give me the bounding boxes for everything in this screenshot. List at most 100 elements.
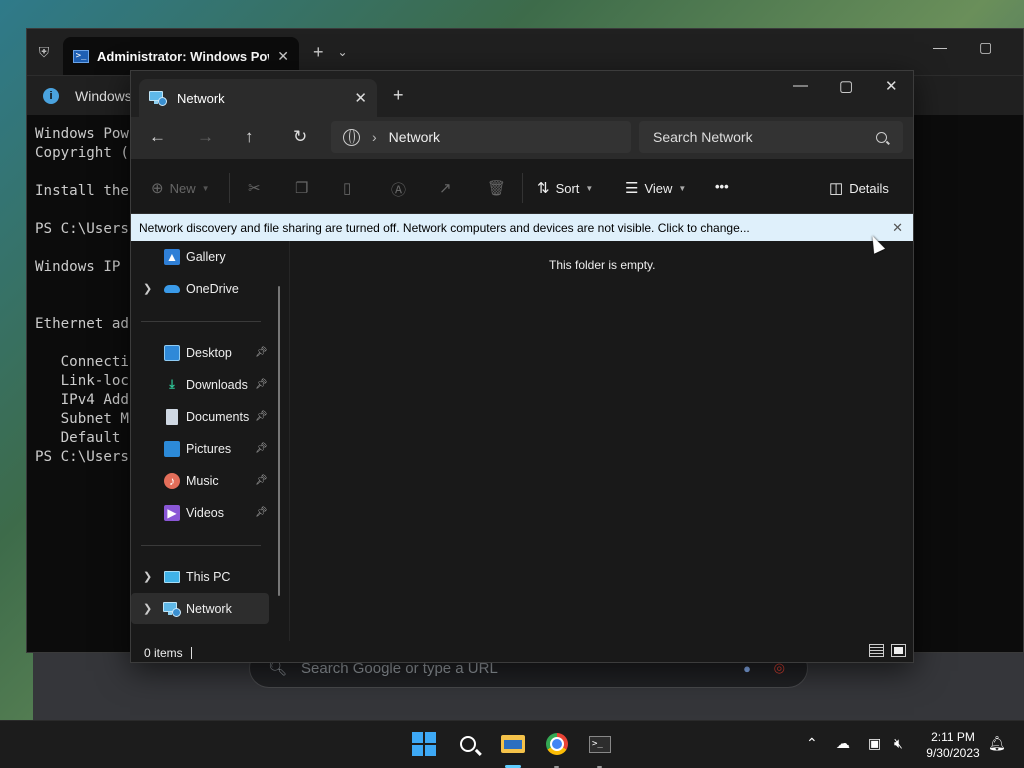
details-button[interactable]: ◫ Details	[829, 179, 889, 197]
paste-button[interactable]: ▯	[343, 179, 351, 197]
maximize-button[interactable]: ▢	[839, 77, 853, 95]
terminal-line: Copyright (	[35, 145, 129, 161]
explorer-tab-title: Network	[177, 90, 225, 106]
back-arrow-icon[interactable]: ←	[149, 127, 166, 147]
downloads-icon: ⤓	[169, 377, 175, 391]
view-button[interactable]: ☰ View ▼	[625, 179, 686, 197]
breadcrumb-network[interactable]: Network	[389, 129, 440, 145]
onedrive-icon	[164, 281, 180, 297]
network-status-icon[interactable]: ▣	[868, 735, 881, 752]
notification-bell-icon[interactable]: 🔔︎	[988, 735, 1006, 752]
this-pc-icon	[164, 570, 180, 583]
pin-icon: 📌︎	[255, 507, 268, 518]
terminal-titlebar: ⛨ >_ Administrator: Windows Pow ✕ + ⌄ — …	[27, 29, 1023, 75]
trash-icon: 🗑︎	[487, 180, 507, 197]
more-options-button[interactable]: •••	[715, 179, 729, 194]
new-button[interactable]: ⊕ New ▼	[151, 179, 210, 197]
sidebar-divider	[141, 545, 261, 546]
maximize-button[interactable]: ▢	[979, 39, 992, 56]
close-tab-icon[interactable]: ✕	[354, 89, 367, 107]
network-discovery-banner[interactable]: Network discovery and file sharing are t…	[131, 214, 913, 241]
breadcrumb-chevron-icon[interactable]: ›	[372, 129, 377, 145]
taskbar-file-explorer[interactable]	[500, 731, 526, 757]
sidebar-item-music[interactable]: ♪ Music 📌︎	[131, 465, 269, 496]
up-arrow-icon[interactable]: ↑	[245, 127, 254, 147]
sidebar-item-network[interactable]: ❯ Network	[131, 593, 269, 624]
new-tab-button[interactable]: +	[313, 42, 324, 63]
sidebar-item-pictures[interactable]: Pictures 📌︎	[131, 433, 269, 464]
terminal-line: Connecti	[35, 354, 129, 370]
chevron-down-icon: ▼	[201, 183, 210, 193]
pane-divider[interactable]	[289, 241, 290, 641]
pin-icon: 📌︎	[255, 347, 268, 358]
powershell-icon: >_	[73, 49, 89, 63]
delete-button[interactable]: 🗑︎	[487, 179, 506, 197]
chevron-down-icon: ▼	[585, 183, 594, 193]
documents-icon	[166, 408, 178, 425]
taskbar-terminal[interactable]: >_	[587, 731, 613, 757]
sidebar-item-this-pc[interactable]: ❯ This PC	[131, 561, 269, 592]
terminal-output[interactable]: Windows Pow Copyright ( Install the PS C:…	[35, 125, 129, 467]
expand-chevron-icon[interactable]: ❯	[143, 602, 152, 615]
sidebar-item-documents[interactable]: Documents 📌︎	[131, 401, 269, 432]
music-icon: ♪	[164, 472, 180, 489]
status-bar: 0 items	[131, 644, 913, 662]
sidebar-item-label: Network	[186, 601, 232, 616]
terminal-line: Link-loc	[35, 373, 129, 389]
status-divider	[191, 647, 192, 659]
clock-date: 9/30/2023	[926, 746, 980, 760]
videos-icon: ▶	[164, 504, 180, 521]
refresh-icon[interactable]: ↻	[293, 127, 307, 147]
tiles-view-icon[interactable]	[891, 644, 906, 657]
details-view-icon[interactable]	[869, 644, 884, 657]
sidebar-divider	[141, 321, 261, 322]
sidebar-item-desktop[interactable]: Desktop 📌︎	[131, 337, 269, 368]
expand-chevron-icon[interactable]: ❯	[143, 282, 152, 295]
terminal-line: Subnet M	[35, 411, 129, 427]
cloud-offline-icon[interactable]: ☁	[836, 735, 850, 752]
search-input[interactable]: Search Network	[639, 121, 903, 153]
new-tab-button[interactable]: +	[393, 85, 404, 106]
sidebar-item-downloads[interactable]: ⤓ Downloads 📌︎	[131, 369, 269, 400]
sidebar-item-gallery[interactable]: ▲ Gallery	[131, 241, 269, 272]
banner-text: Network discovery and file sharing are t…	[139, 220, 750, 235]
clock[interactable]: 2:11 PM 9/30/2023	[918, 729, 988, 761]
new-label: New	[169, 180, 196, 196]
sort-button[interactable]: ⇅ Sort ▼	[537, 179, 593, 197]
clipboard-icon: ▯	[343, 180, 352, 197]
close-window-button[interactable]: ✕	[885, 77, 898, 95]
volume-muted-icon[interactable]: 🔇︎	[894, 735, 903, 752]
address-bar[interactable]: › Network	[331, 121, 631, 153]
chevron-up-icon[interactable]: ⌃	[806, 735, 818, 752]
minimize-button[interactable]: —	[933, 39, 947, 55]
minimize-button[interactable]: —	[793, 77, 808, 94]
sidebar-item-videos[interactable]: ▶ Videos 📌︎	[131, 497, 269, 528]
copy-button[interactable]: ❐	[295, 179, 308, 197]
sidebar-scrollbar[interactable]	[278, 286, 280, 596]
sidebar-item-label: OneDrive	[186, 281, 239, 296]
pin-icon: 📌︎	[255, 443, 268, 454]
globe-icon	[343, 128, 360, 146]
start-button[interactable]	[411, 731, 437, 757]
cut-button[interactable]: ✂	[248, 179, 261, 197]
share-button[interactable]: ↗	[439, 179, 452, 197]
terminal-line: Ethernet ad	[35, 316, 129, 332]
close-icon[interactable]: ✕	[892, 220, 903, 236]
forward-arrow-icon[interactable]: →	[197, 127, 214, 147]
sidebar-item-onedrive[interactable]: ❯ OneDrive	[131, 273, 269, 304]
rename-button[interactable]: Ⓐ	[391, 179, 406, 200]
info-icon: i	[43, 87, 59, 104]
taskbar-chrome[interactable]	[544, 731, 570, 757]
shield-icon: ⛨	[38, 43, 50, 60]
sidebar-item-label: Documents	[186, 409, 250, 424]
taskbar-search-button[interactable]	[455, 731, 481, 757]
expand-chevron-icon[interactable]: ❯	[143, 570, 152, 583]
navigation-pane: ▲ Gallery ❯ OneDrive Desktop 📌︎ ⤓ Downlo…	[131, 241, 281, 641]
close-icon[interactable]: ✕	[277, 48, 289, 65]
explorer-tab[interactable]: Network ✕	[139, 79, 377, 117]
network-icon	[163, 601, 181, 617]
chevron-down-icon[interactable]: ⌄	[338, 45, 348, 59]
